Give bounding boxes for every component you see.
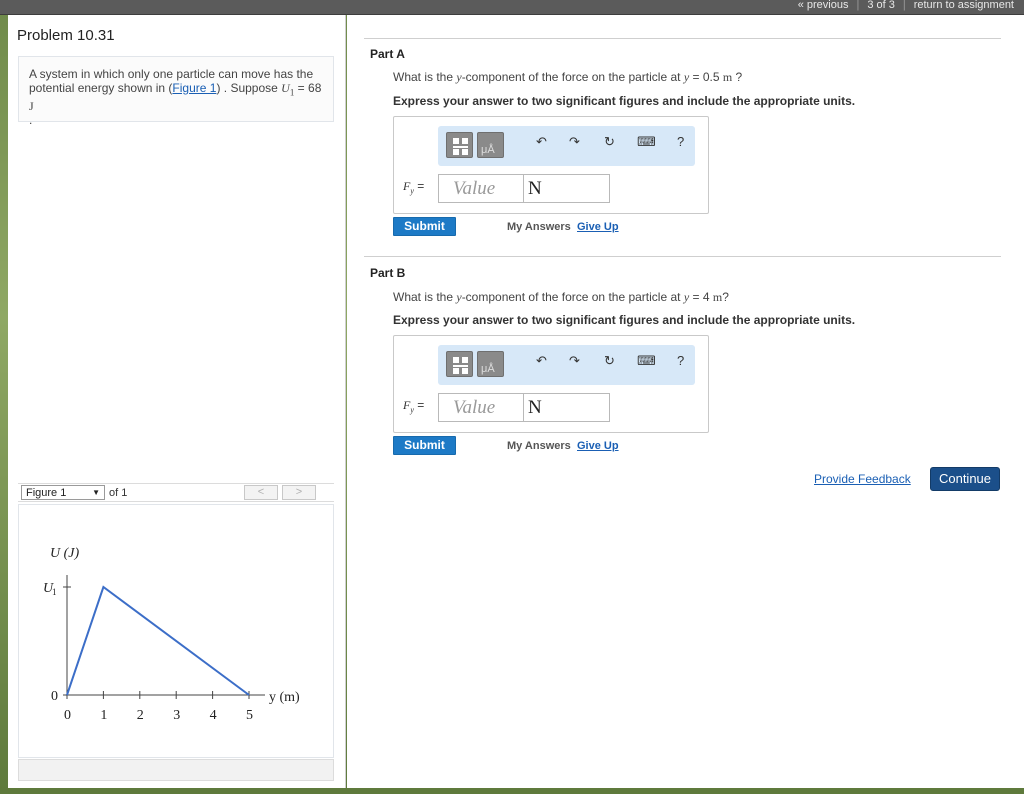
part-b-label: Part B — [370, 266, 406, 280]
fy-label: Fy = — [403, 179, 424, 195]
question-eq: = 0.5 — [689, 70, 723, 84]
x-axis-label: y (m) — [269, 690, 300, 705]
return-link[interactable]: return to assignment — [914, 0, 1014, 12]
previous-link[interactable]: « previous — [798, 0, 849, 12]
question-end: ? — [732, 70, 743, 84]
problem-panel: Problem 10.31 A system in which only one… — [8, 15, 346, 788]
question-text-mid: -component of the force on the particle … — [461, 70, 684, 84]
nav-separator: | — [902, 0, 906, 11]
figure-footer — [18, 759, 334, 781]
part-a-give-up[interactable]: Give Up — [577, 221, 619, 233]
figure-link[interactable]: Figure 1 — [172, 81, 216, 95]
fy-label: Fy = — [403, 398, 424, 414]
top-nav: « previous | 3 of 3 | return to assignme… — [798, 0, 1014, 12]
part-b-give-up[interactable]: Give Up — [577, 440, 619, 452]
figure-selector[interactable]: Figure 1 ▼ — [21, 485, 105, 500]
part-a-answer-box: μÅ ↶ ↷ ↻ ⌨ ? Fy = Value N — [393, 116, 709, 214]
undo-icon[interactable]: ↶ — [536, 353, 547, 369]
fy-eq: = — [413, 179, 425, 193]
intro-end: . — [29, 113, 33, 128]
intro-eq: = 68 — [294, 81, 322, 95]
template-icon[interactable] — [446, 351, 473, 377]
undo-icon[interactable]: ↶ — [536, 134, 547, 150]
redo-icon[interactable]: ↷ — [569, 134, 580, 150]
figure-arrows: < > — [244, 485, 316, 500]
y-axis-label: U (J) — [50, 546, 79, 561]
part-b-my-answers[interactable]: My Answers — [507, 440, 571, 452]
question-text: What is the — [393, 290, 457, 304]
reset-icon[interactable]: ↻ — [604, 353, 615, 369]
parts-panel: Part A What is the y-component of the fo… — [347, 15, 1024, 788]
intro-text-mid: ) . Suppose — [216, 81, 282, 95]
help-icon[interactable]: ? — [677, 134, 684, 149]
y-tick-label: 0 — [51, 689, 58, 704]
divider — [364, 38, 1001, 39]
units-label: μÅ — [481, 144, 495, 156]
x-tick-label: 1 — [100, 708, 107, 723]
keyboard-icon[interactable]: ⌨ — [637, 353, 656, 369]
help-icon[interactable]: ? — [677, 353, 684, 368]
template-icon[interactable] — [446, 132, 473, 158]
position-indicator: 3 of 3 — [867, 0, 895, 11]
question-end: ? — [722, 290, 729, 304]
figure-count: of 1 — [109, 486, 128, 499]
part-a-instruction: Express your answer to two significant f… — [393, 94, 856, 108]
u-symbol: U — [281, 81, 290, 95]
intro-unit: J — [29, 99, 34, 114]
reset-icon[interactable]: ↻ — [604, 134, 615, 150]
continue-button[interactable]: Continue — [930, 467, 1000, 491]
x-tick-label: 4 — [210, 708, 217, 723]
potential-energy-line — [66, 585, 250, 696]
part-a-submit-button[interactable]: Submit — [393, 217, 456, 236]
part-a-label: Part A — [370, 47, 405, 61]
figure-prev-button[interactable]: < — [244, 485, 278, 500]
nav-separator: | — [856, 0, 860, 11]
units-button[interactable]: μÅ — [477, 351, 504, 377]
question-text-mid: -component of the force on the particle … — [461, 290, 684, 304]
unit-input[interactable]: N — [523, 393, 610, 422]
value-input[interactable]: Value — [438, 174, 524, 203]
question-text: What is the — [393, 70, 457, 84]
top-bar: « previous | 3 of 3 | return to assignme… — [0, 0, 1024, 15]
divider — [364, 256, 1001, 257]
figure-selector-label: Figure 1 — [26, 486, 67, 499]
part-b-submit-button[interactable]: Submit — [393, 436, 456, 455]
problem-intro: A system in which only one particle can … — [18, 56, 334, 127]
part-b-question: What is the y-component of the force on … — [393, 290, 729, 305]
problem-title: Problem 10.31 — [17, 27, 115, 44]
figure-box: 0123450U1U (J) y (m) — [18, 504, 334, 758]
question-unit: m — [712, 290, 723, 304]
x-tick-label: 5 — [246, 708, 253, 723]
equation-toolbar: μÅ ↶ ↷ ↻ ⌨ ? — [438, 345, 695, 385]
redo-icon[interactable]: ↷ — [569, 353, 580, 369]
fy-eq: = — [413, 398, 425, 412]
units-button[interactable]: μÅ — [477, 132, 504, 158]
dropdown-arrow-icon: ▼ — [92, 488, 100, 497]
figure-bar: Figure 1 ▼ of 1 < > — [18, 483, 334, 502]
provide-feedback-link[interactable]: Provide Feedback — [814, 472, 911, 486]
equation-toolbar: μÅ ↶ ↷ ↻ ⌨ ? — [438, 126, 695, 166]
figure-next-button[interactable]: > — [282, 485, 316, 500]
keyboard-icon[interactable]: ⌨ — [637, 134, 656, 150]
part-a-question: What is the y-component of the force on … — [393, 70, 742, 85]
value-input[interactable]: Value — [438, 393, 524, 422]
part-b-answer-box: μÅ ↶ ↷ ↻ ⌨ ? Fy = Value N — [393, 335, 709, 433]
unit-input[interactable]: N — [523, 174, 610, 203]
question-eq: = 4 — [689, 290, 713, 304]
part-b-instruction: Express your answer to two significant f… — [393, 313, 856, 327]
potential-energy-chart: 0 1 2 3 4 50U1U (J)y (m) — [43, 546, 300, 723]
y-tick-label-u1-sub: 1 — [52, 587, 57, 597]
x-tick-label: 2 — [137, 708, 144, 723]
x-tick-label: 3 — [173, 708, 180, 723]
x-tick-label: 0 — [64, 708, 71, 723]
units-label: μÅ — [481, 363, 495, 375]
question-unit: m — [722, 70, 733, 84]
part-a-my-answers[interactable]: My Answers — [507, 221, 571, 233]
